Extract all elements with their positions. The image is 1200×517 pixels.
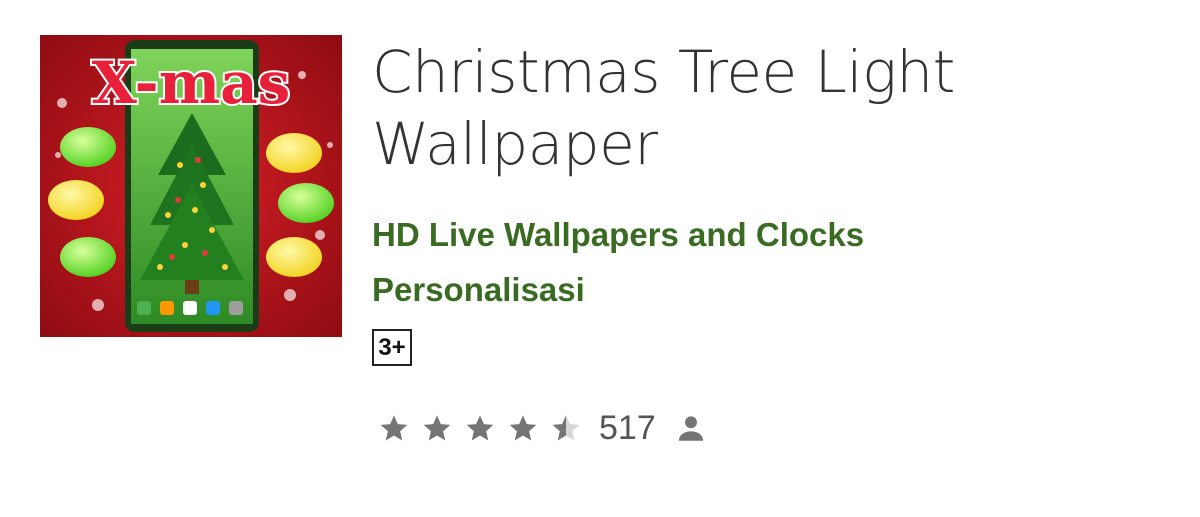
app-icon: X-mas — [40, 35, 342, 337]
person-icon — [678, 416, 703, 441]
rating-count: 517 — [599, 408, 656, 447]
category-link[interactable]: Personalisasi — [372, 271, 585, 309]
content-rating-badge: 3+ — [372, 329, 412, 366]
rating-row: 517 — [378, 408, 708, 448]
star-icon — [466, 415, 494, 441]
half-star-icon — [552, 415, 580, 441]
star-icon — [380, 415, 408, 441]
developer-link[interactable]: HD Live Wallpapers and Clocks — [372, 216, 864, 254]
app-title: Christmas Tree Light Wallpaper — [372, 38, 955, 178]
star-rating — [378, 412, 593, 444]
svg-text:X-mas: X-mas — [92, 49, 291, 117]
star-icon — [509, 415, 537, 441]
star-icon — [423, 415, 451, 441]
